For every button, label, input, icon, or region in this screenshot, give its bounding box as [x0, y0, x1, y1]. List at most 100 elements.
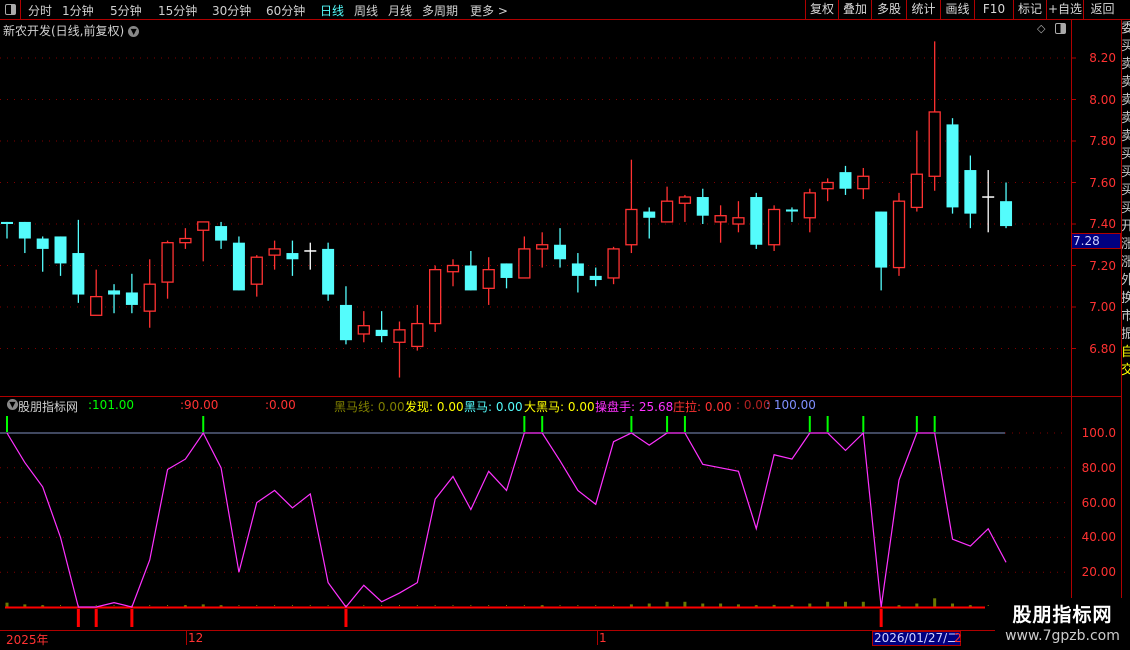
candle-body — [821, 181, 834, 190]
indicator-axis-label: 20.00 — [1081, 565, 1116, 580]
green-signal-bar — [541, 416, 544, 432]
candle-body — [143, 283, 156, 312]
candle-body — [286, 253, 299, 260]
olive-bar — [701, 603, 705, 607]
red-signal-bar — [130, 609, 134, 627]
candle-body — [393, 329, 406, 343]
red-signal-bar — [76, 609, 80, 627]
side-strip-char: 买 — [1122, 38, 1130, 56]
candle-body — [571, 263, 584, 276]
candle-body — [857, 175, 870, 190]
candle-body — [375, 329, 388, 337]
candle-body — [161, 242, 174, 283]
indicator-value-2: :0.00 — [265, 398, 296, 412]
candle-body — [179, 237, 192, 244]
baseline-dot — [434, 605, 436, 606]
green-signal-bar — [202, 416, 205, 432]
indicator-axis-label: 60.00 — [1081, 495, 1116, 510]
price-label: 8.00 — [1089, 92, 1116, 107]
candle-body — [625, 208, 638, 246]
candle-body — [536, 244, 549, 250]
side-strip-char: 卖 — [1122, 128, 1130, 146]
green-signal-bar — [915, 416, 918, 432]
side-strip-char: 涨 — [1122, 254, 1130, 272]
indicator-value-label: 大黑马 — [524, 400, 561, 414]
green-signal-bar — [808, 416, 811, 432]
baseline-dot — [559, 605, 561, 606]
green-signal-bar — [683, 416, 686, 432]
indicator-value-label: 黑马线 — [334, 400, 371, 414]
candle-body — [875, 211, 888, 268]
candle-body — [90, 295, 103, 316]
side-strip-char: 振 — [1122, 326, 1130, 344]
baseline-dot — [381, 605, 383, 606]
candle-body — [607, 248, 620, 279]
candle-body — [268, 248, 281, 256]
baseline-dot — [291, 605, 293, 606]
price-label: 7.80 — [1089, 134, 1116, 148]
candle-body — [910, 173, 923, 209]
indicator-value-label: 黑马 — [464, 400, 489, 414]
indicator-value-number: :0.00 — [265, 398, 296, 412]
chart-canvas[interactable] — [0, 0, 1130, 650]
indicator-value-0: :101.00 — [88, 398, 134, 412]
indicator-value-number: : 0.00 — [370, 400, 405, 414]
baseline-dot — [398, 605, 400, 606]
candle-body — [215, 226, 228, 241]
indicator-menu-icon[interactable]: ▼ — [7, 399, 18, 410]
price-label: 6.80 — [1089, 341, 1116, 356]
olive-bar — [808, 603, 812, 607]
olive-bar — [647, 603, 651, 607]
watermark-name: 股朋指标网 — [1012, 604, 1113, 626]
baseline-dot — [577, 605, 579, 606]
side-strip-char: 委 — [1122, 20, 1130, 38]
green-signal-bar — [523, 416, 526, 432]
candle-body — [892, 200, 906, 269]
candle-body — [411, 322, 424, 348]
red-signal-bar — [879, 609, 883, 627]
baseline-dot — [238, 605, 240, 606]
green-signal-bar — [630, 416, 633, 432]
side-strip-char: 外 — [1122, 272, 1130, 290]
olive-bar — [951, 603, 955, 607]
side-quote-strip: 委买卖卖卖卖卖买买买买开涨涨外换市振自交 — [1121, 20, 1130, 630]
green-signal-bar — [933, 416, 936, 432]
candle-body — [232, 242, 245, 291]
indicator-value-10: : 100.00 — [766, 398, 816, 412]
indicator-value-number: : 25.68 — [631, 400, 674, 414]
candle-body — [1, 221, 13, 224]
price-label: 7.40 — [1089, 217, 1116, 231]
baseline-dot — [113, 605, 115, 606]
indicator-value-1: :90.00 — [180, 398, 218, 412]
candle-body — [928, 111, 941, 177]
candle-body — [767, 208, 781, 246]
indicator-line-caopanshou — [6, 431, 1007, 608]
baseline-dot — [167, 605, 169, 606]
candle-body — [1000, 201, 1013, 227]
baseline-dot — [506, 605, 508, 606]
olive-bar — [933, 598, 937, 607]
side-strip-char: 买 — [1122, 146, 1130, 164]
indicator-value-number: : 0.00 — [488, 400, 523, 414]
indicator-value-number: : 0.00 — [697, 400, 732, 414]
side-strip-char: 自 — [1122, 344, 1130, 362]
candle-body — [108, 290, 121, 295]
side-strip-char: 涨 — [1122, 236, 1130, 254]
green-signal-bar — [6, 416, 8, 432]
green-signal-bar — [826, 416, 829, 432]
indicator-axis: 100.0 80.00 60.00 40.00 20.00 — [1071, 397, 1122, 630]
candle-body — [785, 209, 798, 212]
time-label-dec: 12 — [186, 631, 204, 645]
indicator-value-label: 操盘手 — [595, 400, 632, 414]
side-strip-char: 卖 — [1122, 56, 1130, 74]
baseline-dot — [95, 605, 97, 606]
time-axis: 2025年 12 1 2026/01/27/二 2 — [0, 630, 1121, 647]
baseline-dot — [60, 605, 62, 606]
baseline-dot — [149, 605, 151, 606]
indicator-axis-label: 40.00 — [1081, 530, 1116, 545]
indicator-name[interactable]: 股朋指标网 — [18, 398, 78, 415]
cursor-date: 2026/01/27/二 — [872, 631, 962, 646]
indicator-value-number: :101.00 — [88, 398, 135, 412]
indicator-value-3: 黑马线: 0.00 — [334, 398, 405, 415]
olive-bar — [665, 601, 669, 607]
